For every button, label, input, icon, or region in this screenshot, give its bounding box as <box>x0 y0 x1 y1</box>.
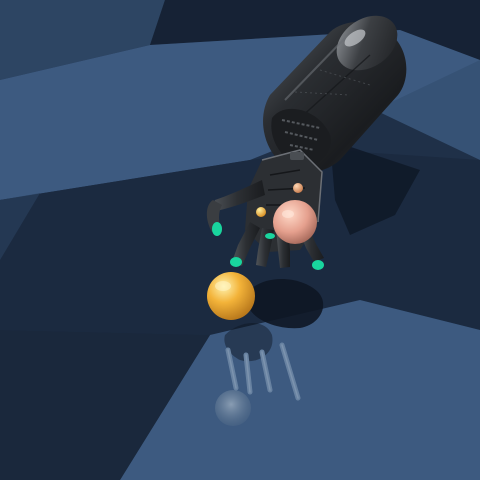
target-sphere[interactable] <box>207 272 255 320</box>
goal-sphere[interactable] <box>273 200 317 244</box>
fingertip-marker <box>312 260 324 270</box>
simulation-viewport[interactable] <box>0 0 480 480</box>
fingertip-marker <box>212 222 222 236</box>
joint-marker <box>265 233 275 239</box>
scene-canvas <box>0 0 480 480</box>
marker-sphere-tiny <box>256 207 266 217</box>
fingertip-marker <box>230 257 242 267</box>
sphere-reflection <box>215 390 251 426</box>
marker-sphere-small <box>293 183 303 193</box>
